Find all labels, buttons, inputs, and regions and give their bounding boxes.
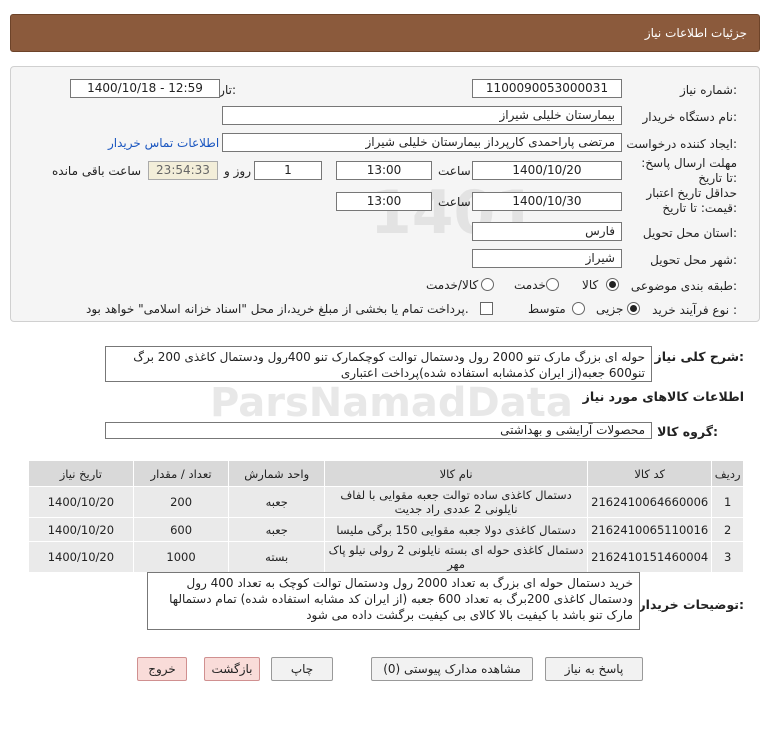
category-label: طبقه بندی موضوعی: [630, 279, 737, 293]
goods-section-title: اطلاعات کالاهای مورد نیاز [582, 389, 744, 404]
watermark-brand: ParsNamadData [210, 380, 573, 426]
header-name: نام کالا [324, 460, 589, 487]
cell-quantity: 1000 [132, 541, 230, 573]
category-goods-label: کالا [582, 278, 599, 292]
reply-deadline-label: مهلت ارسال پاسخ: تا تاریخ: [641, 156, 737, 185]
process-minor-radio[interactable] [627, 302, 640, 315]
cell-code: 2162410065110016 [587, 517, 713, 542]
buyer-org-field: بیمارستان خلیلی شیراز [222, 106, 622, 125]
creator-label: ایجاد کننده درخواست: [626, 137, 737, 151]
buyer-notes-text: خرید دستمال حوله ای بزرگ به تعداد 2000 ر… [147, 572, 640, 630]
cell-quantity: 600 [132, 517, 230, 542]
creator-field: مرتضی پاراحمدی کارپرداز بیمارستان خلیلی … [222, 133, 622, 152]
goods-group-label: گروه کالا: [657, 424, 718, 439]
category-goods-radio[interactable] [606, 278, 619, 291]
header-quantity: تعداد / مقدار [132, 460, 230, 487]
province-label: استان محل تحویل: [642, 226, 737, 240]
cell-name: دستمال کاغذی حوله ای بسته نایلونی 2 رولی… [324, 541, 589, 573]
validity-time-field: 13:00 [336, 192, 432, 211]
process-label: نوع فرآیند خرید : [652, 303, 737, 317]
table-header-row: ردیف کد کالا نام کالا واحد شمارش تعداد /… [28, 460, 744, 487]
goods-group-field: محصولات آرایشی و بهداشتی [105, 422, 652, 439]
treasury-payment-checkbox[interactable] [480, 302, 493, 315]
category-both-radio[interactable] [481, 278, 494, 291]
category-service-label: خدمت [514, 278, 546, 292]
city-label: شهر محل تحویل: [650, 253, 737, 267]
cell-date: 1400/10/20 [28, 486, 134, 518]
reply-button[interactable]: پاسخ به نیاز [545, 657, 643, 681]
days-field: 1 [254, 161, 322, 180]
remaining-time-field: 23:54:33 [148, 161, 218, 180]
table-row: 2 2162410065110016 دستمال کاغذی دولا جعب… [28, 517, 744, 542]
page-title: جزئیات اطلاعات نیاز [644, 26, 747, 40]
need-number-field: 1100090053000031 [472, 79, 622, 98]
cell-date: 1400/10/20 [28, 541, 134, 573]
cell-row-num: 2 [711, 517, 744, 542]
process-medium-radio[interactable] [572, 302, 585, 315]
city-field: شیراز [472, 249, 622, 268]
header-date: تاریخ نیاز [28, 460, 134, 487]
category-both-label: کالا/خدمت [426, 278, 479, 292]
cell-unit: جعبه [228, 486, 326, 518]
reply-date-field: 1400/10/20 [472, 161, 622, 180]
summary-text: حوله ای بزرگ مارک تنو 2000 رول ودستمال ت… [105, 346, 652, 382]
cell-unit: بسته [228, 541, 326, 573]
cell-date: 1400/10/20 [28, 517, 134, 542]
header-row-num: ردیف [711, 460, 744, 487]
days-label: روز و [224, 164, 251, 178]
summary-label: شرح کلی نیاز: [654, 349, 745, 364]
reply-time-field: 13:00 [336, 161, 432, 180]
buyer-org-label: نام دستگاه خریدار: [642, 110, 738, 124]
exit-button[interactable]: خروج [137, 657, 187, 681]
province-field: فارس [472, 222, 622, 241]
validity-label: حداقل تاریخ اعتبار قیمت: تا تاریخ: [646, 186, 737, 215]
cell-row-num: 3 [711, 541, 744, 573]
validity-date-field: 1400/10/30 [472, 192, 622, 211]
cell-code: 2162410064660006 [587, 486, 713, 518]
buyer-notes-label: توضیحات خریدار: [638, 597, 744, 612]
reply-time-label: ساعت [438, 164, 471, 178]
treasury-payment-note: پرداخت تمام یا بخشی از مبلغ خرید،از محل … [86, 302, 469, 316]
cell-quantity: 200 [132, 486, 230, 518]
buyer-contact-link[interactable]: اطلاعات تماس خریدار [108, 136, 219, 150]
page-header: جزئیات اطلاعات نیاز [10, 14, 760, 52]
cell-unit: جعبه [228, 517, 326, 542]
cell-code: 2162410151460004 [587, 541, 713, 573]
category-service-radio[interactable] [546, 278, 559, 291]
remaining-label: ساعت باقی مانده [52, 164, 142, 178]
process-medium-label: متوسط [528, 302, 566, 316]
need-number-label: شماره نیاز: [679, 83, 737, 97]
goods-table: ردیف کد کالا نام کالا واحد شمارش تعداد /… [28, 460, 744, 573]
validity-time-label: ساعت [438, 195, 471, 209]
table-row: 3 2162410151460004 دستمال کاغذی حوله ای … [28, 541, 744, 573]
announce-field: 1400/10/18 - 12:59 [70, 79, 220, 98]
cell-row-num: 1 [711, 486, 744, 518]
header-unit: واحد شمارش [228, 460, 326, 487]
back-button[interactable]: بازگشت [204, 657, 260, 681]
view-attachments-button[interactable]: مشاهده مدارک پیوستی (0) [371, 657, 533, 681]
cell-name: دستمال کاغذی دولا جعبه مقوایی 150 برگی م… [324, 517, 589, 542]
header-code: کد کالا [587, 460, 713, 487]
cell-name: دستمال کاغذی ساده توالت جعبه مقوایی با ل… [324, 486, 589, 518]
table-row: 1 2162410064660006 دستمال کاغذی ساده توا… [28, 486, 744, 518]
print-button[interactable]: چاپ [271, 657, 333, 681]
process-minor-label: جزیی [596, 302, 624, 316]
